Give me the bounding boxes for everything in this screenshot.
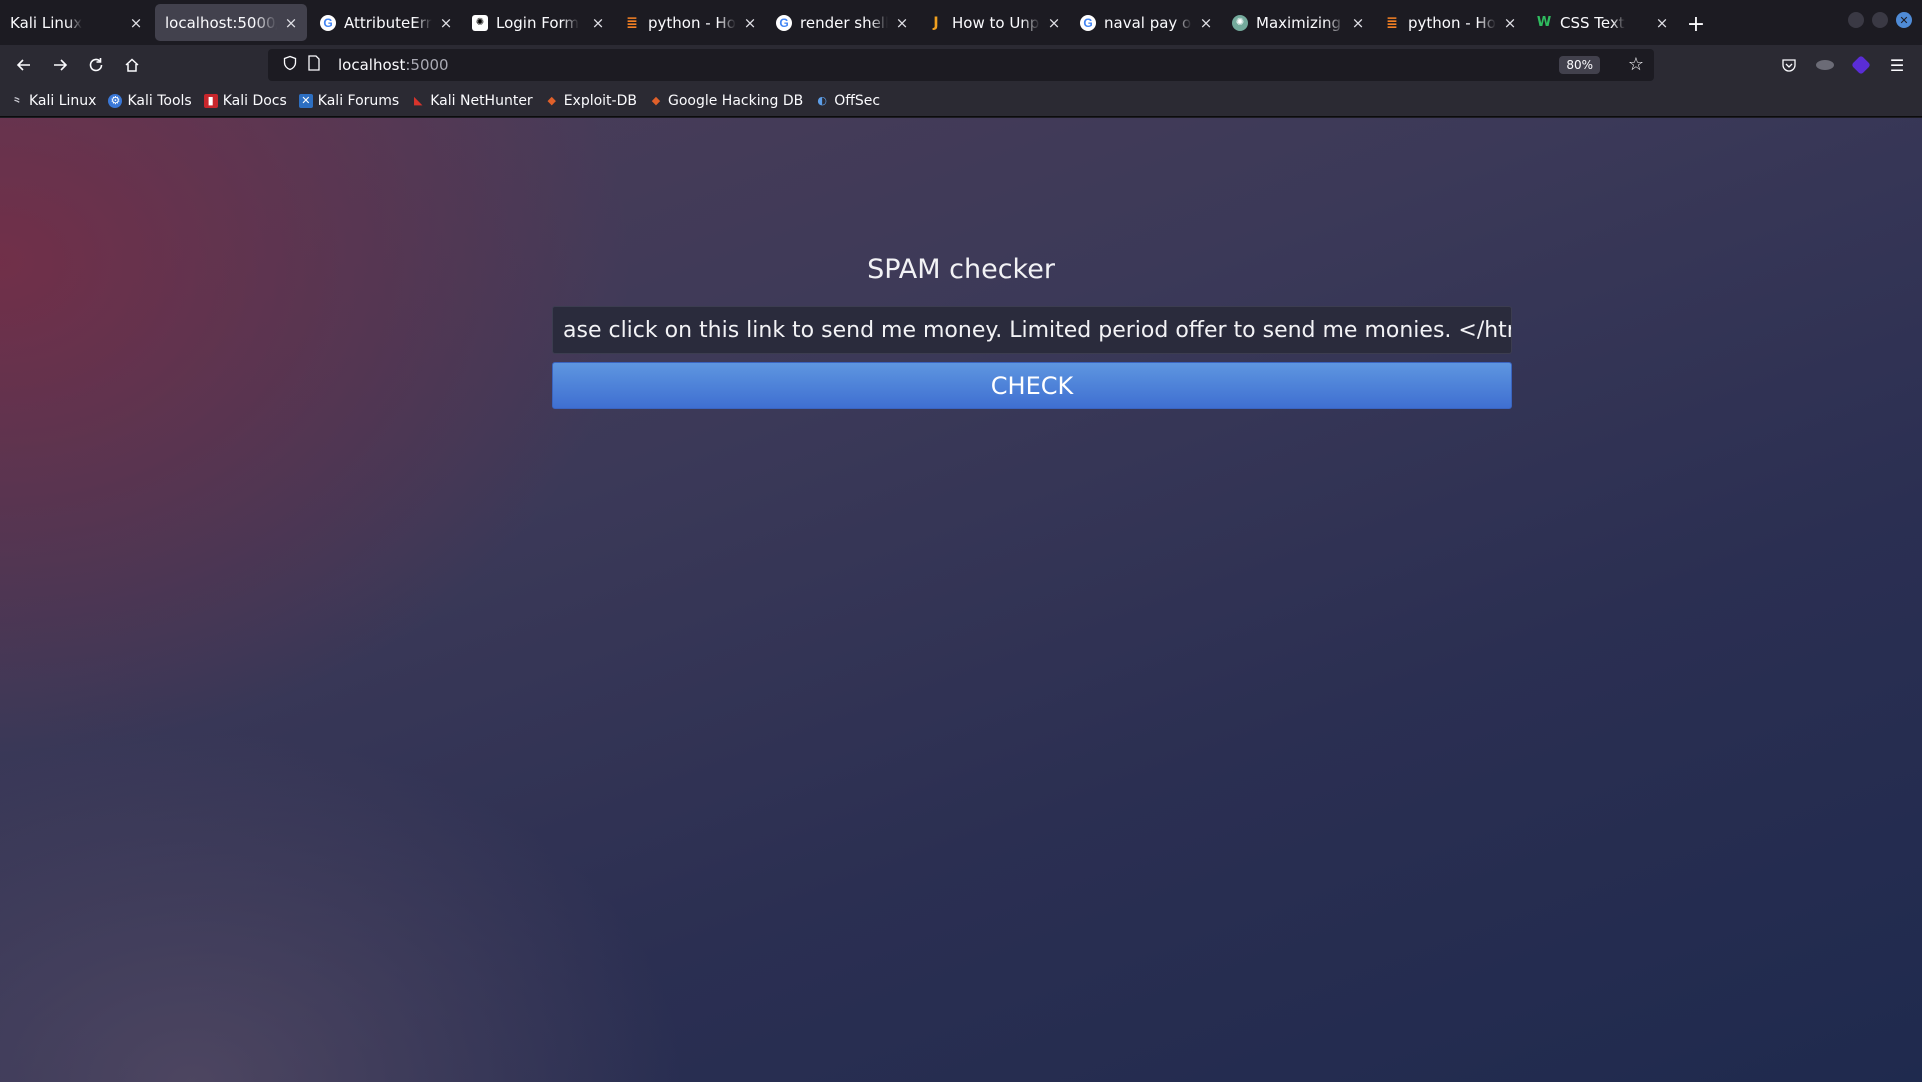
tab-localhost[interactable]: localhost:5000/ × <box>155 4 307 41</box>
tab-close-icon[interactable]: × <box>742 14 758 32</box>
kali-tools-icon: ⚙ <box>108 93 123 108</box>
w3schools-icon: W <box>1536 15 1552 30</box>
tab-kali-linux[interactable]: Kali Linux × <box>0 4 152 41</box>
pocket-icon[interactable] <box>1776 52 1802 78</box>
openai-icon: ✺ <box>472 14 488 31</box>
tab-close-icon[interactable]: × <box>590 14 606 32</box>
offsec-icon: ◐ <box>817 94 827 107</box>
tab-maximizing[interactable]: ✺ Maximizing Aud × <box>1222 4 1374 41</box>
tab-css-text[interactable]: W CSS Text × <box>1526 4 1678 41</box>
tab-close-icon[interactable]: × <box>1654 14 1670 32</box>
tab-naval-pay[interactable]: G naval pay office × <box>1070 4 1222 41</box>
menu-icon[interactable]: ☰ <box>1884 52 1910 78</box>
nethunter-icon: ◣ <box>414 94 423 107</box>
bookmark-label: Kali Tools <box>127 92 192 109</box>
bookmark-offsec[interactable]: ◐ OffSec <box>815 93 880 109</box>
shield-icon[interactable] <box>278 55 302 75</box>
stackoverflow-icon: ≣ <box>626 14 638 31</box>
tab-title: localhost:5000/ <box>165 13 277 32</box>
bookmark-label: Exploit-DB <box>563 92 637 109</box>
bookmark-kali-docs[interactable]: ▮ Kali Docs <box>203 92 287 109</box>
bookmark-label: Google Hacking DB <box>667 92 804 109</box>
bookmark-kali-linux[interactable]: ⺀ Kali Linux <box>10 92 97 109</box>
bookmark-kali-forums[interactable]: ✕ Kali Forums <box>298 92 400 109</box>
bookmark-label: Kali Docs <box>222 92 287 109</box>
window-controls: ✕ <box>1848 12 1912 28</box>
url-host: localhost <box>338 56 406 74</box>
tab-title: python - How to <box>648 13 736 32</box>
stackoverflow-icon: ≣ <box>1386 14 1398 31</box>
tab-title: AttributeError: <box>344 13 432 32</box>
page-info-icon[interactable] <box>302 55 326 75</box>
google-icon: G <box>776 14 792 31</box>
google-icon: G <box>1080 14 1096 31</box>
minimize-button[interactable] <box>1848 12 1864 28</box>
tab-python-how-to[interactable]: ≣ python - How to × <box>614 4 766 41</box>
bookmark-star-icon[interactable]: ☆ <box>1628 54 1644 75</box>
tab-title: Login Form <box>496 13 580 32</box>
tab-title: How to Unpack <box>952 13 1040 32</box>
kali-icon: ⺀ <box>11 94 23 108</box>
bookmarks-toolbar: ⺀ Kali Linux ⚙ Kali Tools ▮ Kali Docs ✕ … <box>0 85 1922 117</box>
tab-title: CSS Text <box>1560 13 1625 32</box>
kali-forums-icon: ✕ <box>298 93 313 108</box>
bookmark-label: Kali Linux <box>29 92 97 109</box>
tab-title: render shell com <box>800 13 888 32</box>
page-content: SPAM checker ase click on this link to s… <box>0 118 1922 1082</box>
extension-icon[interactable] <box>1812 52 1838 78</box>
ghdb-icon: ◆ <box>651 94 661 107</box>
bookmark-google-hacking-db[interactable]: ◆ Google Hacking DB <box>649 93 803 109</box>
bookmark-exploit-db[interactable]: ◆ Exploit-DB <box>545 93 637 109</box>
check-button[interactable]: CHECK <box>552 362 1512 409</box>
zoom-level-badge[interactable]: 80% <box>1559 56 1600 74</box>
maximize-button[interactable] <box>1872 12 1888 28</box>
bookmark-label: OffSec <box>834 92 881 109</box>
new-tab-button[interactable]: + <box>1678 4 1714 45</box>
bookmark-label: Kali Forums <box>317 92 400 109</box>
window-close-button[interactable]: ✕ <box>1896 12 1912 28</box>
tab-title: python - How to <box>1408 13 1496 32</box>
tab-render-shell[interactable]: G render shell com × <box>766 4 918 41</box>
chatgpt-icon: ✺ <box>1232 14 1248 31</box>
message-input-value: ase click on this link to send me money.… <box>563 317 1512 343</box>
tab-close-icon[interactable]: × <box>1198 14 1214 32</box>
home-icon[interactable] <box>114 49 150 81</box>
tab-close-icon[interactable]: × <box>1350 14 1366 32</box>
tab-title: Kali Linux <box>10 13 83 32</box>
tab-python-how-to-2[interactable]: ≣ python - How to × <box>1374 4 1526 41</box>
tab-close-icon[interactable]: × <box>894 14 910 32</box>
message-input[interactable]: ase click on this link to send me money.… <box>552 306 1512 354</box>
reload-icon[interactable] <box>78 49 114 81</box>
kali-docs-icon: ▮ <box>203 93 218 108</box>
tab-close-icon[interactable]: × <box>438 14 454 32</box>
tab-close-icon[interactable]: × <box>1502 14 1518 32</box>
tab-attributeerror[interactable]: G AttributeError: × <box>310 4 462 41</box>
back-arrow-icon[interactable] <box>6 49 42 81</box>
tab-login-form[interactable]: ✺ Login Form × <box>462 4 614 41</box>
page-title: SPAM checker <box>867 254 1055 285</box>
purple-extension-icon[interactable] <box>1848 52 1874 78</box>
bookmark-label: Kali NetHunter <box>430 92 533 109</box>
tab-how-to-unpack[interactable]: J How to Unpack × <box>918 4 1070 41</box>
tab-close-icon[interactable]: × <box>283 14 299 32</box>
google-icon: G <box>320 14 336 31</box>
tab-close-icon[interactable]: × <box>128 14 144 32</box>
exploit-db-icon: ◆ <box>547 94 556 107</box>
forward-arrow-icon[interactable] <box>42 49 78 81</box>
toolbar-right: ☰ <box>1776 49 1910 81</box>
url-text[interactable]: localhost:5000 <box>338 56 449 74</box>
tab-close-icon[interactable]: × <box>1046 14 1062 32</box>
navigation-toolbar: localhost:5000 80% ☆ ☰ <box>0 45 1922 85</box>
bookmark-kali-tools[interactable]: ⚙ Kali Tools <box>108 92 192 109</box>
bookmark-kali-nethunter[interactable]: ◣ Kali NetHunter <box>411 92 533 109</box>
tab-title: naval pay office <box>1104 13 1192 32</box>
tab-strip: Kali Linux × localhost:5000/ × G Attribu… <box>0 0 1922 45</box>
url-port: :5000 <box>405 56 449 74</box>
js-icon: J <box>933 14 939 31</box>
url-bar[interactable]: localhost:5000 80% ☆ <box>268 49 1654 81</box>
tab-title: Maximizing Aud <box>1256 13 1344 32</box>
